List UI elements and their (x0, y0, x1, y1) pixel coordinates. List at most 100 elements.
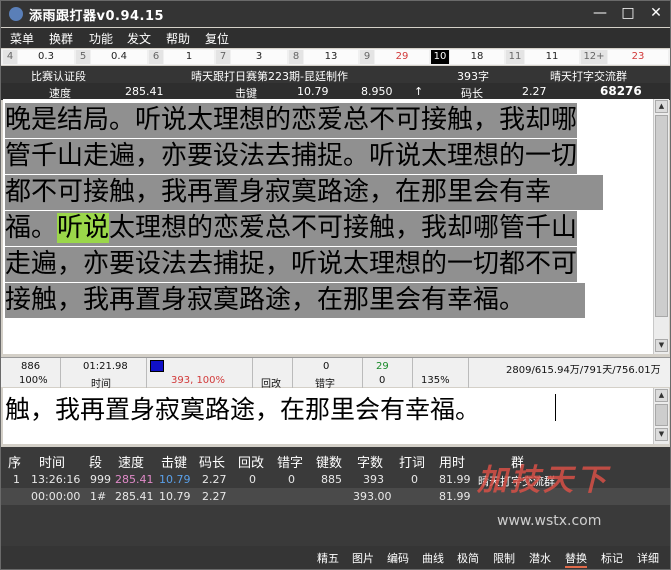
minimize-button[interactable]: — (587, 4, 613, 22)
scroll-thumb[interactable] (655, 404, 668, 426)
btn-detail[interactable]: 详细 (637, 550, 659, 566)
bucket-value: 29 (375, 50, 429, 64)
input-scrollbar[interactable]: ▲ ▼ (653, 388, 669, 444)
stat-progress: 393, 100% (171, 375, 226, 386)
col-errors: 错字 (277, 456, 304, 471)
window-title: 添雨跟打器v0.94.15 (29, 9, 165, 24)
col-keystroke: 击键 (161, 456, 188, 471)
keystroke-value: 10.79 (297, 85, 329, 98)
btn-image[interactable]: 图片 (352, 550, 374, 566)
col-index: 序 (8, 456, 22, 471)
article-text-area[interactable]: 晚是结局。听说太理想的恋爱总不可接触，我却哪 管千山走遍，亦要设法去捕捉。听说太… (3, 99, 653, 354)
app-window: 添雨跟打器v0.94.15 — □ ✕ 菜单 换群 功能 发文 帮助 复位 4 … (0, 0, 671, 570)
bucket-value: 3 (231, 50, 287, 64)
cell: 0 (288, 473, 295, 486)
bottom-toolbar: 精五 图片 编码 曲线 极简 限制 潜水 替换 标记 详细 (1, 546, 670, 569)
btn-minimal[interactable]: 极简 (457, 550, 479, 566)
bucket-key: 5 (76, 50, 90, 64)
menu-main[interactable]: 菜单 (10, 30, 34, 47)
text-caret (555, 394, 556, 421)
article-scrollbar[interactable]: ▲ ▼ (653, 99, 669, 354)
cell: 10.79 (159, 473, 191, 486)
menu-functions[interactable]: 功能 (89, 30, 113, 47)
btn-mark[interactable]: 标记 (601, 550, 623, 566)
article-fragment: 福。 (5, 213, 58, 243)
scroll-down-icon[interactable]: ▼ (655, 428, 668, 441)
bucket-value: 1 (164, 50, 214, 64)
extra-value: 8.950 (361, 85, 393, 98)
menu-switch-group[interactable]: 换群 (49, 30, 73, 47)
char-count: 393字 (457, 70, 489, 83)
app-icon (9, 7, 23, 21)
btn-limit[interactable]: 限制 (493, 550, 515, 566)
cell: 393.00 (353, 490, 392, 503)
code-length-distribution: 4 0.3 5 0.4 6 1 7 3 8 13 9 29 10 18 11 1… (1, 49, 670, 65)
scroll-up-icon[interactable]: ▲ (655, 389, 668, 402)
watermark-logo: 加技天下 (477, 463, 609, 498)
watermark-url: www.wstx.com (497, 513, 602, 529)
input-text: 触，我再置身寂寞路途，在那里会有幸福。 (5, 395, 481, 424)
cell: 0 (411, 473, 418, 486)
group-name: 晴天打字交流群 (550, 70, 627, 83)
menu-help[interactable]: 帮助 (166, 30, 190, 47)
col-code-length: 码长 (199, 456, 226, 471)
up-arrow-icon: ↑ (414, 85, 424, 98)
stat-elapsed-time: 01:21.98 (83, 361, 128, 372)
bucket-key: 11 (506, 50, 524, 64)
stat-zero: 0 (379, 375, 386, 386)
article-line: 接触，我再置身寂寞路途，在那里会有幸福。 (5, 283, 585, 318)
article-line: 福。听说太理想的恋爱总不可接触，我却哪管千山 (5, 211, 578, 246)
cell: 885 (321, 473, 342, 486)
menu-bar: 菜单 换群 功能 发文 帮助 复位 (1, 28, 670, 48)
stat-keycount: 886 (21, 361, 41, 372)
bucket-key: 6 (149, 50, 163, 64)
btn-jingwu[interactable]: 精五 (317, 550, 339, 566)
stat-cumulative: 2809/615.94万/791天/756.01万 (506, 365, 661, 376)
bucket-value: 11 (525, 50, 579, 64)
btn-replace[interactable]: 替换 (565, 550, 587, 568)
cell: 00:00:00 (31, 490, 81, 503)
bucket-key: 9 (360, 50, 374, 64)
col-charcount: 字数 (357, 456, 384, 471)
bucket-key: 8 (289, 50, 303, 64)
typing-input[interactable]: 触，我再置身寂寞路途，在那里会有幸福。 (3, 388, 653, 444)
btn-encoding[interactable]: 编码 (387, 550, 409, 566)
col-segment: 段 (89, 456, 103, 471)
bucket-key-selected: 10 (431, 50, 449, 64)
menu-reset[interactable]: 复位 (205, 30, 229, 47)
cell: 1 (13, 473, 20, 486)
maximize-button[interactable]: □ (615, 4, 641, 22)
close-button[interactable]: ✕ (643, 4, 669, 22)
progress-indicator (150, 360, 164, 372)
cell: 10.79 (159, 490, 191, 503)
btn-curve[interactable]: 曲线 (422, 550, 444, 566)
bucket-value: 0.4 (91, 50, 147, 64)
current-word-highlight: 听说 (57, 213, 110, 243)
scroll-thumb[interactable] (655, 115, 668, 317)
title-bar[interactable]: 添雨跟打器v0.94.15 — □ ✕ (1, 1, 670, 27)
article-line: 管千山走遍，亦要设法去捕捉。听说太理想的一切 (5, 139, 578, 174)
scroll-down-icon[interactable]: ▼ (655, 339, 668, 352)
bucket-key: 4 (3, 50, 17, 64)
menu-send-text[interactable]: 发文 (127, 30, 151, 47)
site-watermark: 加技天下 www.wstx.com (457, 453, 667, 538)
stat-error-count: 0 (323, 361, 330, 372)
article-fragment: 太理想的恋爱总不可接触，我却哪管千山 (109, 213, 578, 243)
scroll-up-icon[interactable]: ▲ (655, 100, 668, 113)
cell: 1# (90, 490, 107, 503)
stats-bar: 886 100% 01:21.98 时间 393, 100% 回改 0 错字 2… (1, 357, 670, 390)
stat-ratio: 135% (421, 375, 450, 386)
bucket-value: 0.3 (18, 50, 74, 64)
col-keycount: 键数 (316, 456, 343, 471)
cell: 285.41 (115, 473, 154, 486)
article-line: 都不可接触，我再置身寂寞路途，在那里会有幸 (5, 175, 603, 210)
btn-dive[interactable]: 潜水 (529, 550, 551, 566)
article-line: 晚是结局。听说太理想的恋爱总不可接触，我却哪 (5, 103, 578, 138)
bucket-key: 7 (216, 50, 230, 64)
code-length-value: 2.27 (522, 85, 547, 98)
article-line: 走遍，亦要设法去捕捉，听说太理想的一切都不可 (5, 247, 578, 282)
info-row-match: 比赛认证段 晴天跟打日赛第223期-昆廷制作 393字 晴天打字交流群 (1, 66, 670, 83)
col-time: 时间 (39, 456, 66, 471)
cell: 13:26:16 (31, 473, 81, 486)
stat-green-value: 29 (376, 361, 389, 372)
